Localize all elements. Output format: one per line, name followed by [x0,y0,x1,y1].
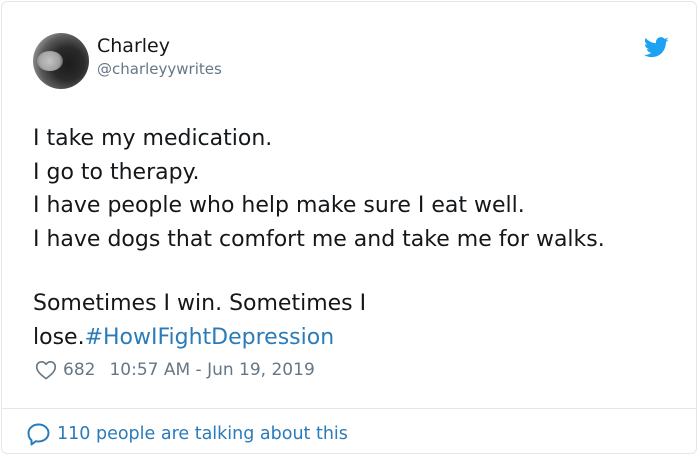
tweet-line: I have dogs that comfort me and take me … [33,226,605,252]
tweet-line: I take my medication. [33,126,273,151]
tweet-line: lose.#HowIFightDepression [33,321,673,355]
author-name[interactable]: Charley [97,33,170,59]
tweet-text: I take my medication. I go to therapy. I… [33,122,673,354]
author-handle[interactable]: @charleyywrites [97,59,222,79]
heart-icon[interactable] [35,360,57,380]
like-count[interactable]: 682 [63,360,95,380]
conversation-link[interactable]: 110 people are talking about this [26,422,348,446]
divider [2,408,696,409]
tweet-line-prefix: lose. [33,324,85,350]
speech-bubble-icon [27,423,50,446]
tweet-line: I have people who help make sure I eat w… [33,193,525,218]
tweet-line: I go to therapy. [33,159,200,185]
hashtag-link[interactable]: #HowIFightDepression [85,325,335,350]
tweet-line: Sometimes I win. Sometimes I [33,291,367,316]
tweet-card[interactable]: Charley @charleyywrites I take my medica… [1,1,697,454]
timestamp[interactable]: 10:57 AM - Jun 19, 2019 [109,360,314,380]
conversation-count-label[interactable]: 110 people are talking about this [57,424,348,444]
twitter-bird-icon[interactable] [644,37,669,58]
tweet-meta: 682 10:57 AM - Jun 19, 2019 [35,358,315,382]
avatar[interactable] [33,33,89,89]
